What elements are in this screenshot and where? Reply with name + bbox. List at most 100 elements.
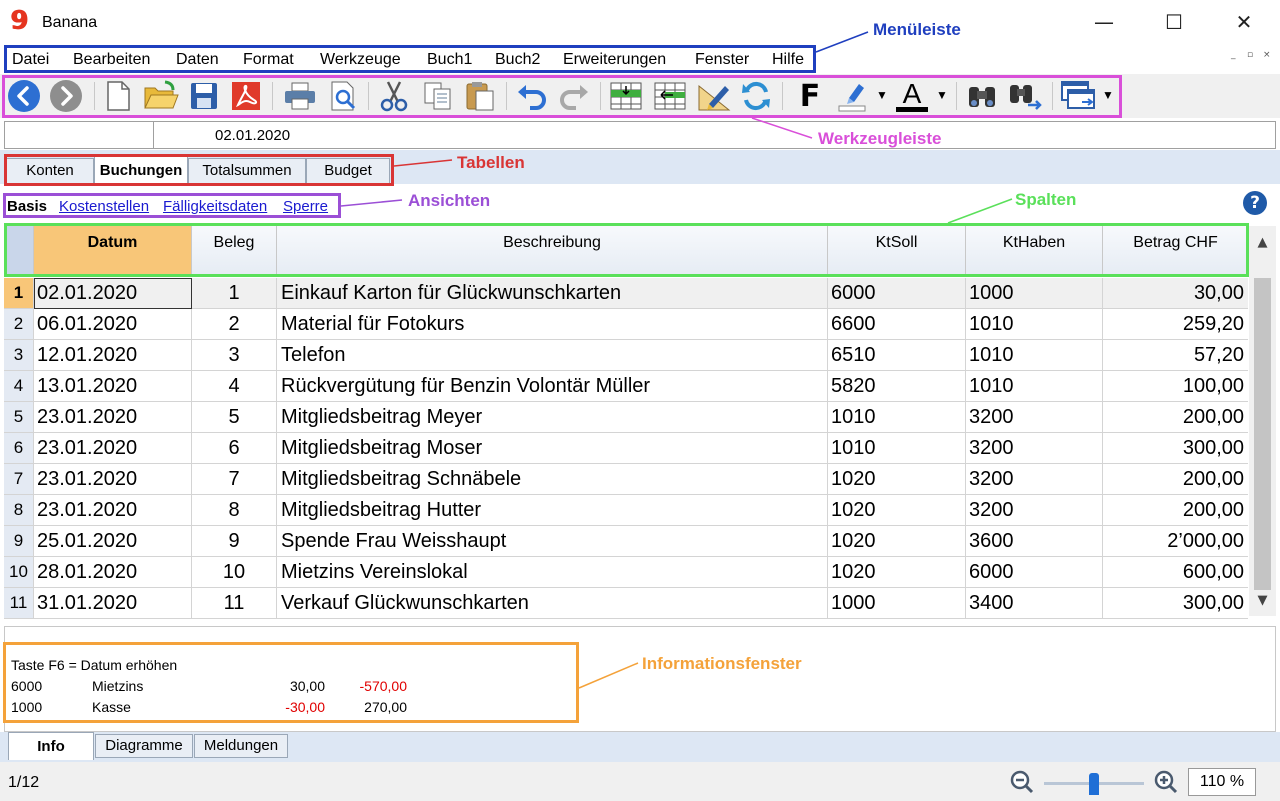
back-icon[interactable] [6,78,42,114]
menu-bearbeiten[interactable]: Bearbeiten [73,51,150,69]
cell-betrag[interactable]: 300,00 [1103,588,1248,618]
table-row[interactable]: 8 23.01.2020 8 Mitgliedsbeitrag Hutter 1020 3… [4,495,1248,526]
cut-icon[interactable] [376,78,412,114]
row-number[interactable]: 11 [4,588,34,618]
scroll-up-icon[interactable]: ▲ [1249,230,1276,256]
cell-ktsoll[interactable]: 1020 [828,526,966,556]
cell-kthaben[interactable]: 3400 [966,588,1103,618]
mdi-restore-button[interactable]: ▫ [1247,50,1253,60]
cell-datum[interactable]: 31.01.2020 [34,588,192,618]
cell-betrag[interactable]: 600,00 [1103,557,1248,587]
print-preview-icon[interactable] [326,78,362,114]
table-row[interactable]: 2 06.01.2020 2 Material für Fotokurs 6600 101… [4,309,1248,340]
menu-buch2[interactable]: Buch2 [495,51,540,69]
new-file-icon[interactable] [100,78,136,114]
cell-beschreibung[interactable]: Material für Fotokurs [277,309,828,339]
close-button[interactable]: ✕ [1214,4,1274,40]
cell-beleg[interactable]: 11 [192,588,277,618]
table-row[interactable]: 11 31.01.2020 11 Verkauf Glückwunschkarten 1… [4,588,1248,619]
cell-betrag[interactable]: 300,00 [1103,433,1248,463]
cell-ktsoll[interactable]: 1020 [828,464,966,494]
cell-ktsoll[interactable]: 1020 [828,557,966,587]
menu-fenster[interactable]: Fenster [695,51,749,69]
cell-betrag[interactable]: 259,20 [1103,309,1248,339]
open-file-icon[interactable] [143,78,179,114]
header-corner[interactable] [4,226,34,276]
row-number[interactable]: 10 [4,557,34,587]
bold-icon[interactable]: F [792,78,828,114]
scroll-thumb[interactable] [1254,278,1271,590]
cell-beschreibung[interactable]: Mitgliedsbeitrag Schnäbele [277,464,828,494]
cell-datum[interactable]: 25.01.2020 [34,526,192,556]
cell-datum[interactable]: 23.01.2020 [34,495,192,525]
cell-betrag[interactable]: 30,00 [1103,278,1248,308]
cell-beleg[interactable]: 7 [192,464,277,494]
paste-icon[interactable] [462,78,498,114]
column-header-datum[interactable]: Datum [34,226,192,276]
view-basis[interactable]: Basis [7,198,47,215]
mdi-minimize-button[interactable]: _ [1231,50,1236,60]
row-number[interactable]: 6 [4,433,34,463]
print-icon[interactable] [282,78,318,114]
row-number[interactable]: 7 [4,464,34,494]
cell-betrag[interactable]: 57,20 [1103,340,1248,370]
row-number[interactable]: 8 [4,495,34,525]
help-icon[interactable]: ? [1243,191,1267,215]
table-vertical-scrollbar[interactable]: ▲ ▼ [1249,226,1276,616]
cell-datum[interactable]: 02.01.2020 [34,278,192,308]
cell-datum[interactable]: 06.01.2020 [34,309,192,339]
column-header-kthaben[interactable]: KtHaben [966,226,1103,276]
cell-beschreibung[interactable]: Verkauf Glückwunschkarten [277,588,828,618]
cell-datum[interactable]: 28.01.2020 [34,557,192,587]
cell-beleg[interactable]: 9 [192,526,277,556]
table-row[interactable]: 3 12.01.2020 3 Telefon 6510 1010 57,20 [4,340,1248,371]
edit-pencil-icon[interactable] [696,78,732,114]
view-kostenstellen[interactable]: Kostenstellen [59,198,149,215]
cell-ktsoll[interactable]: 1000 [828,588,966,618]
mdi-close-button[interactable]: × [1263,50,1271,60]
row-number[interactable]: 1 [4,278,34,308]
zoom-slider-thumb[interactable] [1089,773,1099,795]
cell-datum[interactable]: 23.01.2020 [34,402,192,432]
cell-input-value[interactable]: 02.01.2020 [215,127,290,144]
cell-betrag[interactable]: 100,00 [1103,371,1248,401]
undo-icon[interactable] [514,78,550,114]
cell-kthaben[interactable]: 6000 [966,557,1103,587]
cell-ktsoll[interactable]: 1010 [828,433,966,463]
tab-meldungen[interactable]: Meldungen [194,734,288,758]
cell-beleg[interactable]: 4 [192,371,277,401]
zoom-level-field[interactable]: 110 % [1188,768,1256,796]
zoom-in-icon[interactable] [1154,770,1178,794]
row-number[interactable]: 5 [4,402,34,432]
cell-beschreibung[interactable]: Mietzins Vereinslokal [277,557,828,587]
cell-kthaben[interactable]: 1000 [966,278,1103,308]
cell-datum[interactable]: 23.01.2020 [34,433,192,463]
tab-totalsummen[interactable]: Totalsummen [188,158,306,184]
cell-beschreibung[interactable]: Einkauf Karton für Glückwunschkarten [277,278,828,308]
font-color-dropdown-icon[interactable]: ▼ [936,88,948,102]
table-row[interactable]: 5 23.01.2020 5 Mitgliedsbeitrag Meyer 1010 32… [4,402,1248,433]
redo-icon[interactable] [556,78,592,114]
cell-beschreibung[interactable]: Mitgliedsbeitrag Hutter [277,495,828,525]
font-color-icon[interactable]: A [894,78,930,114]
cell-beleg[interactable]: 2 [192,309,277,339]
menu-erweiterungen[interactable]: Erweiterungen [563,51,666,69]
menu-format[interactable]: Format [243,51,294,69]
window-dropdown-icon[interactable]: ▼ [1102,88,1114,102]
cell-input-bar[interactable]: 02.01.2020 [4,121,1276,149]
cell-beleg[interactable]: 10 [192,557,277,587]
zoom-out-icon[interactable] [1010,770,1034,794]
cell-kthaben[interactable]: 1010 [966,340,1103,370]
tab-diagramme[interactable]: Diagramme [95,734,193,758]
cell-beleg[interactable]: 5 [192,402,277,432]
delete-row-icon[interactable] [652,78,688,114]
cell-beleg[interactable]: 3 [192,340,277,370]
cell-beschreibung[interactable]: Mitgliedsbeitrag Moser [277,433,828,463]
cell-beschreibung[interactable]: Telefon [277,340,828,370]
cell-ktsoll[interactable]: 1010 [828,402,966,432]
cell-ktsoll[interactable]: 5820 [828,371,966,401]
cell-beschreibung[interactable]: Mitgliedsbeitrag Meyer [277,402,828,432]
menu-daten[interactable]: Daten [176,51,219,69]
row-number[interactable]: 3 [4,340,34,370]
view-faelligkeitsdaten[interactable]: Fälligkeitsdaten [163,198,267,215]
